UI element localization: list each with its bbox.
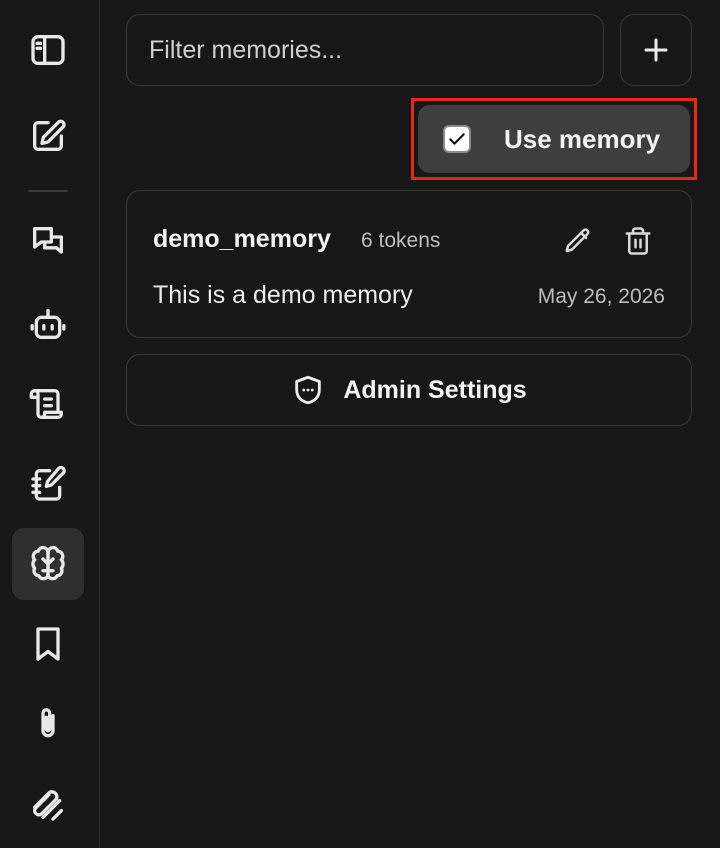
memory-token-count: 6 tokens — [361, 229, 441, 252]
notebook-button[interactable] — [12, 448, 84, 520]
chats-button[interactable] — [12, 206, 84, 278]
sidebar-panel-icon — [31, 35, 65, 65]
use-memory-label: Use memory — [504, 123, 661, 154]
bookmark-icon — [36, 627, 60, 661]
use-memory-toggle[interactable]: Use memory — [418, 105, 690, 173]
new-chat-icon — [33, 119, 66, 151]
paperclip-icon — [41, 708, 55, 738]
left-rail — [0, 0, 100, 848]
plus-icon — [644, 38, 668, 62]
agents-button[interactable] — [12, 288, 84, 360]
scroll-icon — [29, 389, 63, 419]
memories-button[interactable] — [12, 528, 84, 600]
admin-settings-button[interactable]: Admin Settings — [126, 354, 692, 426]
edit-memory-button[interactable] — [560, 223, 596, 259]
add-memory-button[interactable] — [620, 14, 692, 86]
scroll-button[interactable] — [12, 368, 84, 440]
use-memory-checkbox[interactable] — [443, 125, 471, 153]
new-chat-button[interactable] — [12, 100, 84, 172]
check-icon — [449, 133, 465, 145]
memory-content: This is a demo memory — [153, 281, 413, 309]
chats-icon — [33, 227, 63, 254]
delete-memory-button[interactable] — [620, 223, 656, 259]
memory-item: demo_memory 6 tokens This is a demo memo… — [126, 190, 692, 338]
shield-icon — [295, 375, 322, 405]
notebook-icon — [31, 465, 66, 501]
memories-app: Use memory demo_memory 6 tokens This is … — [0, 0, 720, 848]
trash-icon — [625, 227, 651, 255]
prompts-button[interactable] — [12, 768, 84, 840]
brain-icon — [31, 545, 65, 581]
rail-divider — [28, 190, 68, 192]
admin-settings-label: Admin Settings — [343, 375, 527, 404]
filter-memories-input[interactable] — [126, 14, 604, 86]
memory-date: May 26, 2026 — [537, 285, 665, 308]
bot-icon — [30, 309, 66, 339]
toggle-sidebar-button[interactable] — [12, 14, 84, 86]
bookmarks-button[interactable] — [12, 608, 84, 680]
prompts-icon — [33, 790, 63, 821]
attachments-button[interactable] — [12, 688, 84, 760]
memory-name: demo_memory — [153, 225, 331, 253]
pencil-icon — [565, 228, 590, 253]
